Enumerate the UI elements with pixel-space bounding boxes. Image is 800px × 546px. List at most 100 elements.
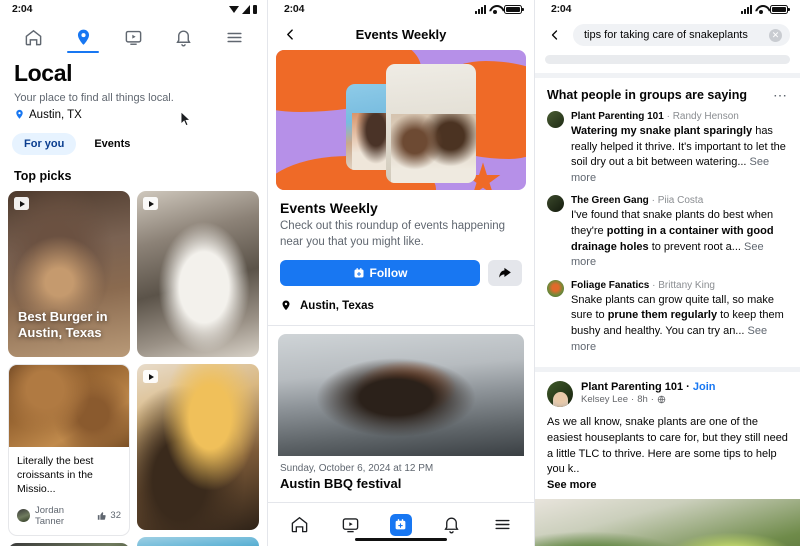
status-bar: 2:04 <box>0 0 267 18</box>
quote-item[interactable]: Foliage Fanatics · Brittany King Snake p… <box>535 271 800 355</box>
quote-item[interactable]: Plant Parenting 101 · Randy Henson Water… <box>535 102 800 186</box>
back-button[interactable] <box>545 25 565 45</box>
reel-icon <box>143 197 158 210</box>
event-title: Events Weekly <box>280 200 378 216</box>
post-identity: Plant Parenting 101 · Join Kelsey Lee · … <box>581 381 716 405</box>
location-pin-icon <box>16 109 23 119</box>
calendar-plus-icon <box>354 268 363 278</box>
post-see-more[interactable]: See more <box>535 478 800 491</box>
globe-icon <box>657 396 666 404</box>
clear-search-icon[interactable]: ✕ <box>769 28 782 42</box>
panel-search-results: 2:04 tips for taking care of snakeplants… <box>534 0 800 546</box>
panel-local: 2:04 Local Your place to find all things… <box>0 0 267 546</box>
listing-photo <box>278 334 524 457</box>
avatar[interactable] <box>547 381 573 408</box>
card-thumbnail <box>137 537 259 546</box>
quote-author: · Piia Costa <box>648 195 704 207</box>
share-button[interactable] <box>488 260 522 287</box>
event-listing-card[interactable]: Sunday, October 6, 2024 at 12 PM Austin … <box>268 326 534 491</box>
event-location-row[interactable]: Austin, Texas <box>268 286 534 325</box>
group-avatar <box>547 195 564 213</box>
nav-tab-video[interactable] <box>115 22 153 52</box>
post-header: Plant Parenting 101 · Join Kelsey Lee · … <box>535 372 800 408</box>
post-group-name[interactable]: Plant Parenting 101 <box>581 381 683 393</box>
quote-body: Foliage Fanatics · Brittany King Snake p… <box>571 279 788 355</box>
nav-tab-notifications[interactable] <box>165 22 203 52</box>
event-hero-image <box>276 50 526 190</box>
listing-title: Austin BBQ festival <box>280 476 402 492</box>
post-time: 8h <box>637 394 648 406</box>
section-header: What people in groups are saying ⋯ <box>535 78 800 102</box>
event-location-label: Austin, Texas <box>300 299 374 312</box>
like-count: 32 <box>97 510 121 521</box>
chevron-left-icon <box>551 30 558 40</box>
chip-for-you[interactable]: For you <box>12 133 77 155</box>
byline-dot: · <box>650 394 654 406</box>
post-byline: Kelsey Lee · 8h · <box>581 394 716 405</box>
group-name: The Green Gang <box>571 195 649 207</box>
search-input[interactable]: tips for taking care of snakeplants ✕ <box>573 24 790 46</box>
more-options-icon[interactable]: ⋯ <box>773 88 788 102</box>
status-icons <box>475 4 524 14</box>
post-separator: · <box>686 381 690 394</box>
card-thumbnail <box>137 191 259 357</box>
location-pin-icon <box>282 300 290 311</box>
card-toast-reel[interactable] <box>137 364 259 530</box>
status-bar: 2:04 <box>535 0 800 18</box>
group-avatar <box>547 111 564 128</box>
nav-tab-local[interactable] <box>64 22 102 53</box>
status-bar: 2:04 <box>268 0 534 18</box>
card-extra-right[interactable] <box>137 537 259 546</box>
panel-events-weekly: 2:04 Events Weekly Events Weekly Check o… <box>267 0 534 546</box>
card-thumbnail <box>9 365 129 447</box>
status-time: 2:04 <box>551 3 572 15</box>
card-thumbnail: Best Burger in Austin, Texas <box>8 191 130 357</box>
join-button[interactable]: Join <box>693 381 716 393</box>
follow-button[interactable]: Follow <box>280 260 480 287</box>
page-title: Local <box>14 60 73 86</box>
three-phone-screenshots: 2:04 Local Your place to find all things… <box>0 0 800 546</box>
card-extra-left[interactable] <box>8 542 130 546</box>
quote-author: · Randy Henson <box>663 111 739 122</box>
reel-icon <box>143 370 158 383</box>
bottomnav-video[interactable] <box>334 510 366 540</box>
quote-header: Plant Parenting 101 · Randy Henson <box>571 110 788 123</box>
header-title: Events Weekly <box>355 26 447 42</box>
bottomnav-notifications[interactable] <box>436 510 468 540</box>
events-icon <box>389 513 412 536</box>
card-author: Jordan Tanner <box>35 504 65 527</box>
status-time: 2:04 <box>12 3 33 15</box>
section-title: What people in groups are saying <box>547 88 748 102</box>
home-icon <box>25 29 41 45</box>
video-icon <box>342 518 358 533</box>
bottomnav-events[interactable] <box>385 510 417 540</box>
bottomnav-menu[interactable] <box>487 510 519 540</box>
group-avatar <box>547 279 564 297</box>
battery-icon <box>770 4 790 14</box>
top-picks-grid: Best Burger in Austin, Texas Literally t… <box>0 183 267 546</box>
chip-events[interactable]: Events <box>82 133 142 155</box>
post-image[interactable] <box>535 498 800 546</box>
card-croissants[interactable]: Literally the best croissants in the Mis… <box>8 364 130 536</box>
follow-label: Follow <box>369 266 408 281</box>
share-arrow-icon <box>499 267 511 278</box>
nav-tab-menu[interactable] <box>215 22 253 52</box>
card-best-burger[interactable]: Best Burger in Austin, Texas <box>8 191 130 357</box>
signal-icon <box>242 4 250 14</box>
quote-rest: to prevent root a... <box>648 240 741 253</box>
card-dress-reel[interactable] <box>137 191 259 357</box>
nav-tab-home[interactable] <box>14 22 52 52</box>
bottomnav-home[interactable] <box>283 510 315 540</box>
status-icons <box>229 4 257 14</box>
back-button[interactable] <box>280 24 300 44</box>
quote-text: Watering my snake plant sparingly has re… <box>571 124 788 186</box>
top-navigation-bar <box>0 18 267 53</box>
location-pin-icon <box>77 29 89 45</box>
quote-author: · Brittany King <box>649 279 715 291</box>
card-overlay-title: Best Burger in Austin, Texas <box>18 308 108 340</box>
location-row[interactable]: Austin, TX <box>0 104 267 121</box>
card-caption: Literally the best croissants in the Mis… <box>17 455 94 496</box>
hero-photo-right <box>386 64 476 183</box>
reel-icon <box>14 197 29 210</box>
quote-item[interactable]: The Green Gang · Piia Costa I've found t… <box>535 186 800 270</box>
